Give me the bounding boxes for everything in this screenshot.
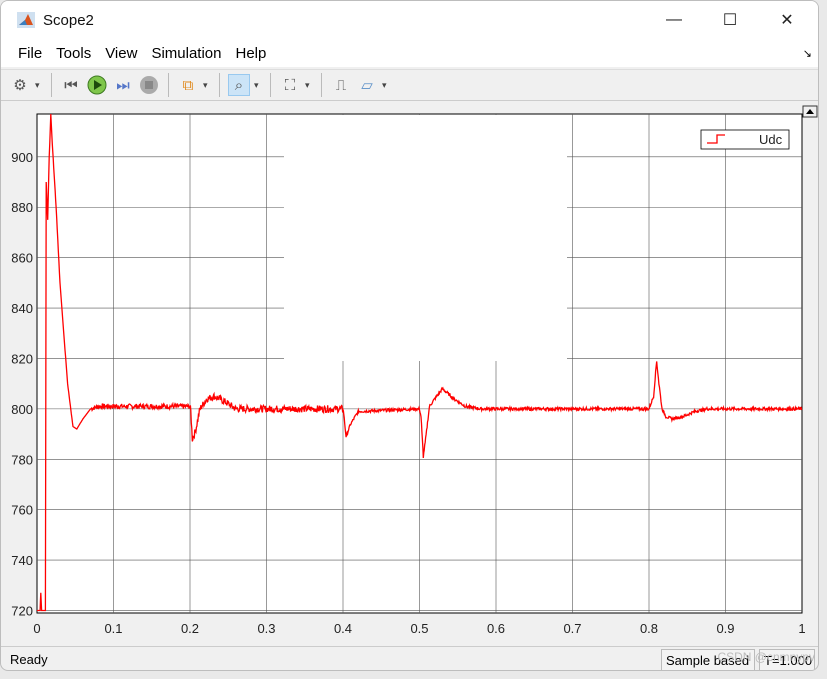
maximize-button[interactable]: ☐: [707, 1, 753, 39]
status-bar: Ready Sample based T=1.000: [1, 646, 818, 671]
matlab-logo-icon: [17, 12, 35, 28]
fit-to-view-icon[interactable]: ⛶: [279, 74, 301, 96]
step-forward-icon[interactable]: ⏭: [112, 74, 134, 96]
y-tick-label: 840: [11, 301, 33, 316]
menu-tools[interactable]: Tools: [56, 45, 91, 62]
x-tick-label: 0.5: [410, 621, 428, 636]
watermark: CSDN @cnmnypv: [717, 650, 815, 664]
x-tick-label: 0.3: [257, 621, 275, 636]
x-tick-label: 0: [33, 621, 40, 636]
y-tick-label: 820: [11, 351, 33, 366]
y-tick-label: 900: [11, 150, 33, 165]
plot-area: 0 0.1 0.2 0.3 0.4 0.5 0.6 0.7 0.8 0.9 1 720 740 760 78…: [1, 102, 818, 645]
chevron-down-icon[interactable]: ▾: [382, 80, 390, 91]
y-tick-label: 880: [11, 200, 33, 215]
scope-chart[interactable]: 0 0.1 0.2 0.3 0.4 0.5 0.6 0.7 0.8 0.9 1 720 740 760 78…: [1, 102, 819, 645]
chevron-down-icon[interactable]: ▾: [35, 80, 43, 91]
menu-view[interactable]: View: [105, 45, 137, 62]
x-tick-label: 0.9: [716, 621, 734, 636]
toolbar: ⚙ ▾ ⏮ ⏭ ⧉ ▾ ⌕ ▾ ⛶ ▾ ⎍ ▱ ▾: [1, 69, 818, 101]
window-title: Scope2: [43, 12, 94, 29]
zoom-y-icon[interactable]: ⌕: [228, 74, 250, 96]
blank-region: [284, 115, 567, 361]
separator: [51, 73, 52, 97]
y-tick-label: 860: [11, 251, 33, 266]
separator: [219, 73, 220, 97]
y-tick-label: 720: [11, 603, 33, 618]
y-tick-label: 760: [11, 503, 33, 518]
run-icon[interactable]: [86, 74, 108, 96]
step-back-icon[interactable]: ⏮: [60, 74, 82, 96]
scope-window: Scope2 — ☐ ✕ File Tools View Simulation …: [0, 0, 819, 671]
chevron-down-icon[interactable]: ▾: [305, 80, 313, 91]
y-tick-label: 800: [11, 402, 33, 417]
close-button[interactable]: ✕: [764, 1, 810, 39]
signal-selector-icon[interactable]: ⧉: [177, 74, 199, 96]
y-tick-label: 740: [11, 553, 33, 568]
separator: [321, 73, 322, 97]
stop-icon[interactable]: [138, 74, 160, 96]
x-tick-label: 0.7: [563, 621, 581, 636]
x-tick-label: 1: [798, 621, 805, 636]
separator: [168, 73, 169, 97]
measurements-icon[interactable]: ▱: [356, 74, 378, 96]
menu-help[interactable]: Help: [236, 45, 267, 62]
menu-bar: File Tools View Simulation Help ↘: [1, 39, 818, 67]
menu-file[interactable]: File: [18, 45, 42, 62]
chevron-down-icon[interactable]: ▾: [203, 80, 211, 91]
x-tick-label: 0.8: [640, 621, 658, 636]
separator: [270, 73, 271, 97]
legend-label: Udc: [759, 132, 783, 147]
triggers-icon[interactable]: ⎍: [330, 74, 352, 96]
x-tick-label: 0.6: [487, 621, 505, 636]
dock-icon[interactable]: ↘: [803, 47, 812, 60]
x-tick-label: 0.4: [334, 621, 352, 636]
gear-icon[interactable]: ⚙: [9, 74, 31, 96]
menu-simulation[interactable]: Simulation: [151, 45, 221, 62]
x-tick-label: 0.2: [181, 621, 199, 636]
y-tick-label: 780: [11, 452, 33, 467]
chevron-down-icon[interactable]: ▾: [254, 80, 262, 91]
x-tick-label: 0.1: [104, 621, 122, 636]
minimize-button[interactable]: —: [651, 1, 697, 39]
status-text: Ready: [10, 652, 48, 667]
